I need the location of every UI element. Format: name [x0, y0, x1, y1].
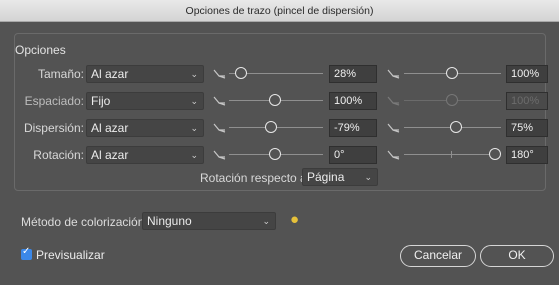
spacing-max-field: 100%	[506, 92, 548, 110]
spacing-min-field[interactable]: 100%	[329, 92, 377, 110]
rotation-max-field[interactable]: 180°	[506, 146, 548, 164]
lightbulb-icon[interactable]: ●	[290, 211, 299, 228]
options-group	[14, 33, 546, 191]
scatter-min-field[interactable]: -79%	[329, 119, 377, 137]
pen-pressure-icon	[387, 68, 401, 80]
scatter-min-knob[interactable]	[265, 121, 277, 133]
rotation-relative-value: Página	[307, 170, 345, 184]
chevron-down-icon: ⌄	[262, 216, 270, 226]
pen-pressure-icon	[387, 149, 401, 161]
rotation-max-track[interactable]	[404, 154, 492, 155]
ok-button[interactable]: OK	[480, 245, 554, 267]
spacing-min-knob[interactable]	[269, 94, 281, 106]
colorization-select[interactable]: Ninguno ⌄	[142, 212, 276, 230]
spacing-label: Espaciado:	[24, 94, 84, 108]
rotation-mode-value: Al azar	[91, 148, 129, 162]
pen-pressure-icon	[213, 95, 227, 107]
chevron-down-icon: ⌄	[190, 123, 198, 133]
size-mode-value: Al azar	[91, 67, 129, 81]
scatter-mode-value: Al azar	[91, 121, 129, 135]
size-max-knob[interactable]	[446, 67, 458, 79]
size-max-field[interactable]: 100%	[506, 65, 548, 83]
rotation-relative-label: Rotación respecto a:	[200, 171, 311, 185]
pen-pressure-icon	[387, 122, 401, 134]
pen-pressure-icon	[213, 149, 227, 161]
window-title: Opciones de trazo (pincel de dispersión)	[0, 0, 559, 22]
size-min-field[interactable]: 28%	[329, 65, 377, 83]
colorization-label: Método de colorización:	[21, 215, 148, 229]
chevron-down-icon: ⌄	[364, 172, 372, 182]
chevron-down-icon: ⌄	[190, 150, 198, 160]
rotation-max-knob[interactable]	[489, 148, 501, 160]
preview-label[interactable]: Previsualizar	[36, 248, 105, 262]
spacing-mode-value: Fijo	[91, 94, 111, 108]
chevron-down-icon: ⌄	[190, 69, 198, 79]
size-label: Tamaño:	[37, 67, 84, 81]
pen-pressure-icon	[387, 95, 401, 107]
options-group-label: Opciones	[15, 43, 66, 57]
rotation-relative-select[interactable]: Página ⌄	[302, 168, 378, 186]
rotation-label: Rotación:	[33, 148, 84, 162]
spacing-mode-select[interactable]: Fijo ⌄	[86, 92, 204, 110]
pen-pressure-icon	[213, 68, 227, 80]
size-min-knob[interactable]	[235, 67, 247, 79]
scatter-label: Dispersión:	[23, 121, 84, 135]
rotation-min-knob[interactable]	[269, 148, 281, 160]
pen-pressure-icon	[213, 122, 227, 134]
colorization-value: Ninguno	[147, 214, 192, 228]
rotation-center-tick	[451, 151, 452, 158]
preview-checkbox[interactable]: ✓	[21, 246, 32, 260]
cancel-button[interactable]: Cancelar	[400, 245, 476, 267]
scatter-mode-select[interactable]: Al azar ⌄	[86, 119, 204, 137]
rotation-min-field[interactable]: 0°	[329, 146, 377, 164]
rotation-mode-select[interactable]: Al azar ⌄	[86, 146, 204, 164]
scatter-max-knob[interactable]	[450, 121, 462, 133]
checkmark-icon: ✓	[22, 246, 31, 257]
chevron-down-icon: ⌄	[190, 96, 198, 106]
size-mode-select[interactable]: Al azar ⌄	[86, 65, 204, 83]
scatter-max-field[interactable]: 75%	[506, 119, 548, 137]
spacing-max-knob	[446, 94, 458, 106]
